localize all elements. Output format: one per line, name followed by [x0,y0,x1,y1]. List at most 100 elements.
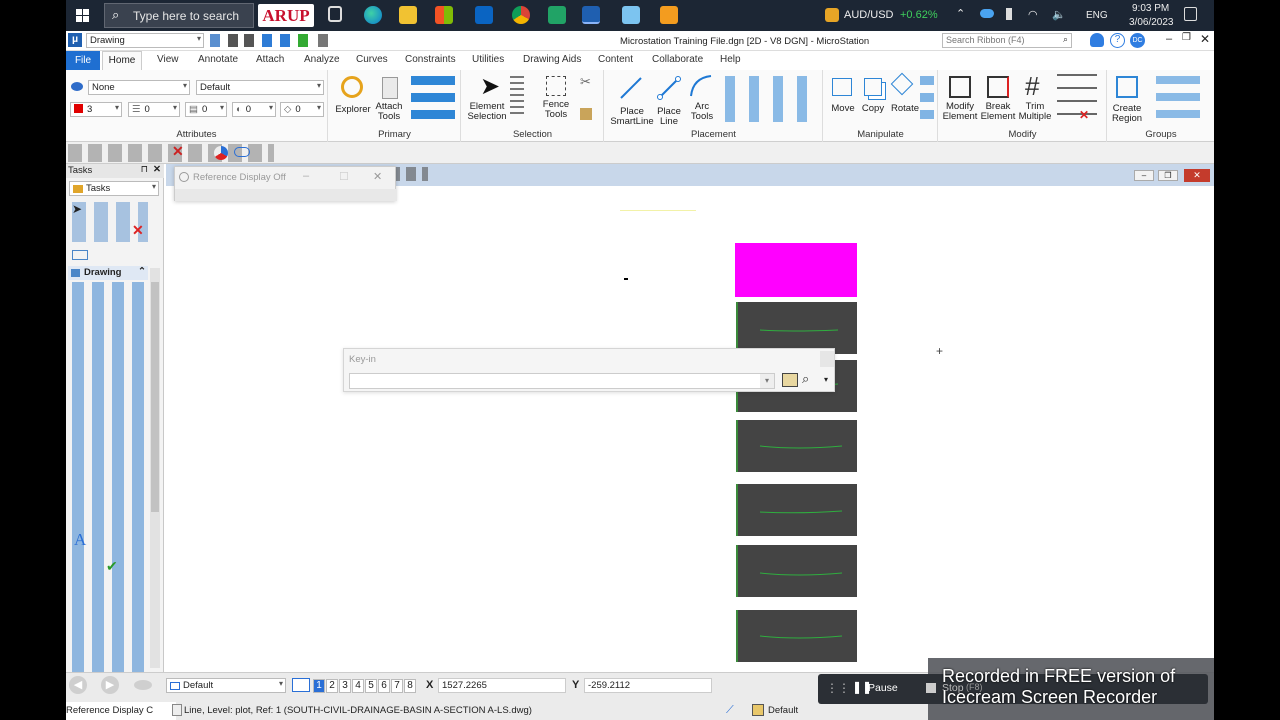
level-select[interactable]: None [88,80,190,95]
attach-tools-button[interactable]: Attach Tools [371,102,407,122]
tab-view[interactable]: View [157,54,179,65]
close-icon[interactable]: ✕ [1200,32,1210,46]
tab-collaborate[interactable]: Collaborate [652,54,703,65]
smartline-icon[interactable] [619,74,643,100]
forward-icon[interactable]: ▶ [101,676,119,694]
weight-select-2[interactable]: ▤ 0 [185,102,227,117]
view-restore-icon[interactable]: ❐ [1158,170,1178,181]
arc-icon[interactable] [689,74,713,98]
modify-element-icon[interactable] [949,76,971,98]
keyin-input[interactable]: ▾ [349,373,775,389]
create-region-icon[interactable] [1116,76,1138,98]
tab-utilities[interactable]: Utilities [472,54,504,65]
element-selection-button[interactable]: Element Selection [466,102,508,122]
wifi-icon[interactable]: ◠ [1028,8,1038,21]
stop-icon[interactable] [926,683,936,693]
dialog-maximize-icon[interactable]: ☐ [339,170,349,183]
view-4-button[interactable]: 4 [352,679,364,693]
keyin-find-icon[interactable]: ⌕ [802,371,809,387]
weight-select-1[interactable]: ☰ 0 [128,102,180,117]
delete-reference-icon[interactable]: ✕ [172,143,184,160]
clock-date[interactable]: 3/06/2023 [1129,17,1174,28]
move-button[interactable]: Move [826,104,860,114]
place-line-button[interactable]: Place Line [655,107,683,127]
fence-icon[interactable] [546,76,566,96]
keyin-dropdown-icon[interactable]: ▾ [760,374,774,388]
edge-icon[interactable] [364,6,382,24]
drawing-view[interactable]: + [166,186,1214,672]
attach-tools-icon[interactable] [382,77,398,99]
text-a-icon[interactable]: A [74,530,86,550]
view-6-button[interactable]: 6 [378,679,390,693]
trim-multiple-icon[interactable]: # [1025,72,1039,100]
tab-file[interactable]: File [66,51,100,70]
tab-curves[interactable]: Curves [356,54,388,65]
keyin-titlebar-button[interactable] [820,351,834,367]
style-select[interactable]: Default [196,80,324,95]
recorder-taskbar-icon[interactable] [660,6,678,24]
notification-icon[interactable] [1184,7,1197,21]
snap-icon[interactable]: ⟋ [726,704,734,717]
restore-icon[interactable]: ❐ [1182,32,1191,43]
workflow-select[interactable]: Drawing [86,33,204,48]
delete-icon[interactable]: ✕ [1079,108,1089,122]
back-icon[interactable]: ◀ [69,676,87,694]
drawing-section-header[interactable]: Drawing ⌃ [68,266,148,280]
break-element-icon[interactable] [987,76,1009,98]
view-5-button[interactable]: 5 [365,679,377,693]
microstation-taskbar-icon[interactable] [582,6,600,24]
view-groups-icon[interactable] [292,678,310,692]
view-8-button[interactable]: 8 [404,679,416,693]
close-panel-icon[interactable]: ✕ [153,164,161,175]
tab-help[interactable]: Help [720,54,741,65]
chevron-up-icon[interactable]: ⌃ [138,266,146,277]
rotate-icon[interactable] [890,72,914,96]
onedrive-icon[interactable] [980,9,994,18]
volume-icon[interactable]: 🔈 [1052,8,1066,21]
tab-analyze[interactable]: Analyze [304,54,340,65]
drag-handle-icon[interactable]: ⋮⋮ [826,681,850,695]
chevron-up-icon[interactable]: ⌃ [956,7,965,20]
paste-icon[interactable] [580,108,592,120]
arup-app-icon[interactable]: ARUP [258,4,314,27]
notes-icon[interactable] [622,6,640,24]
explorer-button[interactable]: Explorer [333,105,373,115]
file-explorer-icon[interactable] [399,6,417,24]
tab-annotate[interactable]: Annotate [198,54,238,65]
language-indicator[interactable]: ENG [1086,10,1108,21]
pause-button[interactable]: Pause [868,682,898,694]
view-1-button[interactable]: 1 [313,679,325,693]
active-level[interactable]: Default [768,705,798,716]
clock-time[interactable]: 9:03 PM [1132,3,1169,14]
color-select[interactable]: 3 [70,102,122,117]
tab-drawing-aids[interactable]: Drawing Aids [523,54,581,65]
outlook-icon[interactable] [475,6,493,24]
cloud-icon[interactable] [234,147,250,157]
tab-content[interactable]: Content [598,54,633,65]
tasks-select[interactable]: Tasks [69,181,159,196]
x-coordinate-field[interactable]: 1527.2265 [438,678,566,693]
trim-multiple-button[interactable]: Trim Multiple [1015,102,1055,122]
dialog-minimize-icon[interactable]: – [303,170,309,182]
modify-element-button[interactable]: Modify Element [939,102,981,122]
usb-icon[interactable] [1006,8,1012,20]
tab-constraints[interactable]: Constraints [405,54,456,65]
priority-select[interactable]: ◇ 0 [280,102,324,117]
break-element-button[interactable]: Break Element [977,102,1019,122]
copy-button[interactable]: Copy [858,104,888,114]
user-avatar[interactable]: DC [1130,33,1145,48]
windows-start-icon[interactable] [76,9,89,22]
tab-attach[interactable]: Attach [256,54,284,65]
level-display-icon[interactable] [752,704,764,716]
rotate-button[interactable]: Rotate [888,104,922,114]
view-7-button[interactable]: 7 [391,679,403,693]
place-smartline-button[interactable]: Place SmartLine [607,107,657,127]
store-icon[interactable] [435,6,453,24]
arc-tools-button[interactable]: Arc Tools [683,102,721,122]
notifications-bell-icon[interactable] [1090,33,1104,47]
help-icon[interactable]: ? [1110,33,1125,48]
check-icon[interactable]: ✔ [106,558,118,575]
tasks-scrollbar[interactable] [150,268,160,668]
measure-icon[interactable] [72,250,88,260]
arrow-cursor-icon[interactable]: ➤ [480,72,500,101]
